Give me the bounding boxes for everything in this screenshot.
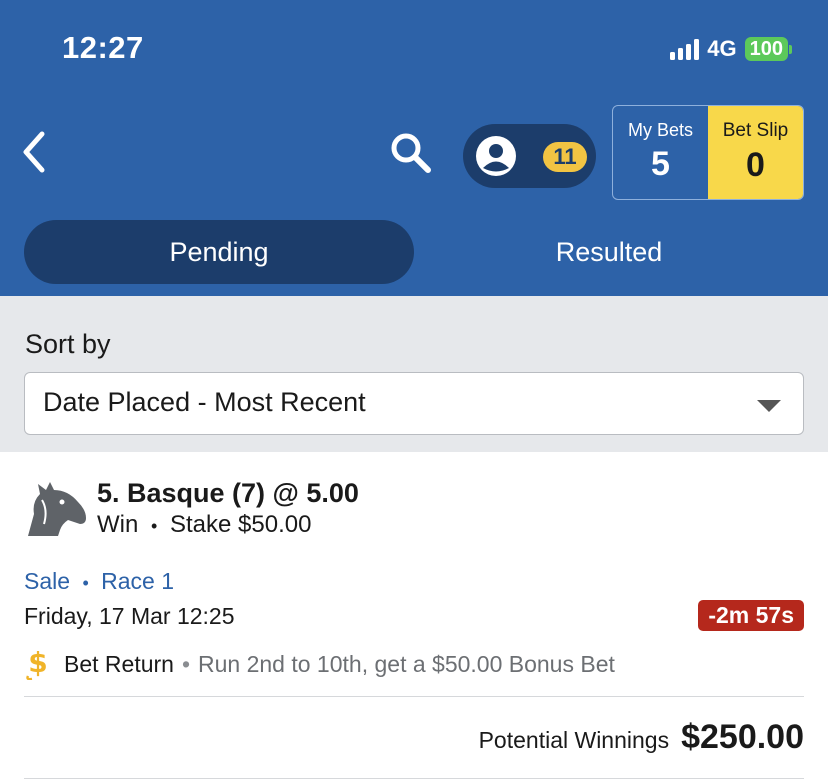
bet-type-stake: Win • Stake $50.00: [97, 511, 311, 539]
bet-slip-count: 0: [746, 146, 765, 184]
user-avatar-icon: [476, 136, 516, 176]
race-countdown-badge: -2m 57s: [698, 600, 804, 631]
search-icon: [391, 133, 431, 173]
my-bets-label: My Bets: [627, 120, 693, 140]
tab-pending[interactable]: Pending: [24, 220, 414, 284]
divider: [24, 778, 804, 779]
horse-head-icon: [28, 482, 86, 536]
bet-stake: Stake $50.00: [170, 511, 312, 538]
back-chevron-icon: [23, 131, 45, 173]
account-button[interactable]: 11: [463, 124, 596, 188]
app-header: 12:27 4G 100 11 My Bets 5 Bet Slip 0 Pen…: [0, 0, 828, 296]
race-datetime: Friday, 17 Mar 12:25: [24, 603, 235, 629]
promo-description: Run 2nd to 10th, get a $50.00 Bonus Bet: [198, 650, 615, 677]
status-time: 12:27: [62, 30, 144, 65]
battery-level: 100: [744, 37, 788, 61]
divider: [24, 696, 804, 697]
signal-icon: [670, 38, 700, 60]
bet-return-promo: $ Bet Return • Run 2nd to 10th, get a $5…: [24, 648, 615, 680]
sort-section: Sort by Date Placed - Most Recent: [0, 296, 828, 452]
winnings-label: Potential Winnings: [478, 727, 670, 753]
potential-winnings: Potential Winnings $250.00: [479, 718, 804, 757]
status-indicators: 4G 100: [670, 36, 792, 62]
bets-summary: My Bets 5 Bet Slip 0: [612, 105, 804, 200]
tab-resulted[interactable]: Resulted: [414, 220, 804, 284]
bet-card[interactable]: 5. Basque (7) @ 5.00 Win • Stake $50.00 …: [0, 452, 828, 781]
sort-label: Sort by: [25, 329, 111, 359]
sort-dropdown[interactable]: Date Placed - Most Recent: [24, 372, 804, 435]
my-bets-button[interactable]: My Bets 5: [613, 106, 708, 199]
sort-selected-value: Date Placed - Most Recent: [43, 387, 366, 417]
search-button[interactable]: [388, 130, 434, 176]
account-notification-badge: 11: [543, 142, 587, 172]
separator-dot: •: [82, 573, 89, 593]
network-type: 4G: [707, 36, 737, 61]
bet-type: Win: [97, 511, 139, 538]
separator-dot: •: [151, 516, 158, 536]
bet-slip-label: Bet Slip: [722, 120, 789, 141]
bet-slip-button[interactable]: Bet Slip 0: [708, 106, 803, 199]
dropdown-caret-icon: [757, 400, 781, 412]
dollar-return-icon: $: [26, 648, 48, 680]
battery-icon: 100: [744, 37, 792, 61]
svg-text:$: $: [28, 648, 47, 679]
back-button[interactable]: [18, 130, 54, 174]
race-number: Race 1: [101, 568, 175, 594]
winnings-value: $250.00: [681, 718, 804, 756]
race-link[interactable]: Sale • Race 1: [24, 568, 174, 595]
promo-title: Bet Return: [64, 650, 174, 677]
separator-dot: •: [181, 650, 191, 677]
my-bets-count: 5: [651, 145, 670, 183]
race-venue: Sale: [24, 568, 71, 594]
bet-selection-title: 5. Basque (7) @ 5.00: [97, 478, 359, 508]
